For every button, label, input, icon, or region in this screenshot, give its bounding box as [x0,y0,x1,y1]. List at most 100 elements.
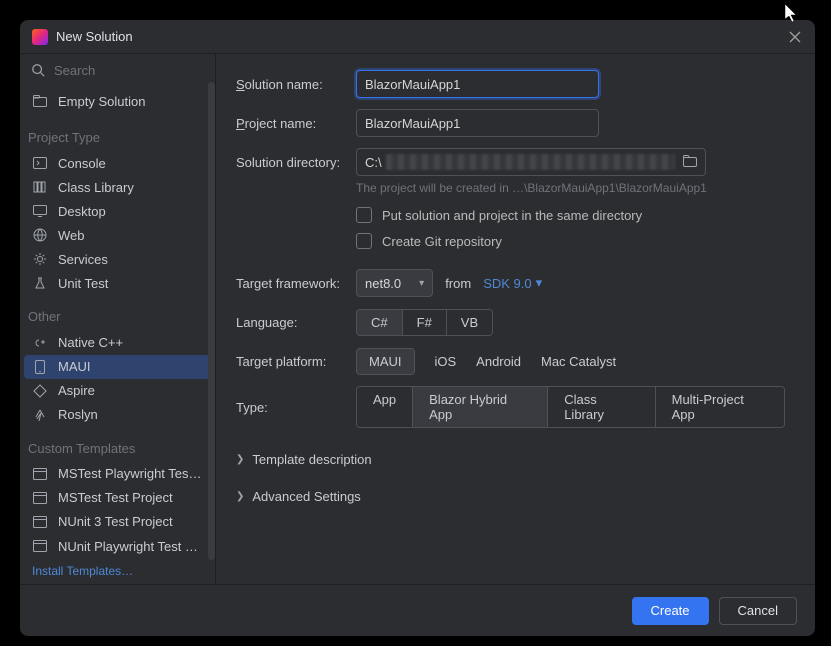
from-label: from [445,276,471,291]
device-icon [32,359,48,375]
test-icon [32,275,48,291]
sidebar-item-console[interactable]: Console [20,151,215,175]
gear-icon [32,251,48,267]
sidebar-item-label: Empty Solution [58,94,145,109]
solution-directory-input[interactable]: C:\ [356,148,706,176]
lang-vb[interactable]: VB [447,310,492,335]
section-label-other: Other [20,295,215,330]
sdk-link[interactable]: SDK 9.0 ▾ [483,275,542,291]
checkbox-box [356,233,372,249]
sidebar-item-label: MSTest Test Project [58,490,173,505]
sidebar-item-unit-test[interactable]: Unit Test [20,271,215,295]
create-git-checkbox[interactable]: Create Git repository [356,233,785,249]
sidebar-item-label: Class Library [58,180,134,195]
roslyn-icon [32,407,48,423]
sidebar-item-label: Unit Test [58,276,108,291]
type-blazor-hybrid[interactable]: Blazor Hybrid App [413,387,548,427]
sidebar-item-label: Web [58,228,85,243]
sidebar-item-desktop[interactable]: Desktop [20,199,215,223]
sidebar-item-roslyn[interactable]: Roslyn [20,403,215,427]
sidebar-item-mstest-playwright[interactable]: MSTest Playwright Tes… [20,462,215,486]
sidebar-item-label: Services [58,252,108,267]
aspire-icon [32,383,48,399]
console-icon [32,155,48,171]
sidebar-item-native-cpp[interactable]: Native C++ [20,330,215,354]
sidebar-item-services[interactable]: Services [20,247,215,271]
section-label-project-type: Project Type [20,116,215,151]
expander-label: Template description [252,452,371,467]
expander-label: Advanced Settings [252,489,360,504]
sidebar-item-web[interactable]: Web [20,223,215,247]
template-icon [32,514,48,530]
checkbox-box [356,207,372,223]
sidebar-item-label: MSTest Playwright Tes… [58,466,202,481]
solution-name-label: Solution name: [236,77,356,92]
solution-name-input[interactable] [356,70,599,98]
target-platform-label: Target platform: [236,354,356,369]
platform-mac-catalyst[interactable]: Mac Catalyst [541,354,616,369]
chevron-down-icon: ▾ [419,278,424,289]
checkbox-label: Put solution and project in the same dir… [382,208,642,223]
sidebar-item-maui[interactable]: MAUI [24,355,211,379]
sidebar-item-label: MAUI [58,359,91,374]
sidebar-item-class-library[interactable]: Class Library [20,175,215,199]
type-class-library[interactable]: Class Library [548,387,655,427]
target-framework-label: Target framework: [236,276,356,291]
app-icon [32,29,48,45]
template-icon [32,538,48,554]
chevron-right-icon: ❯ [236,454,244,465]
cancel-button[interactable]: Cancel [719,597,797,625]
same-directory-checkbox[interactable]: Put solution and project in the same dir… [356,207,785,223]
library-icon [32,179,48,195]
sidebar-item-label: NUnit Playwright Test … [58,539,198,554]
install-templates-link[interactable]: Install Templates… [20,558,215,584]
path-hint: The project will be created in …\BlazorM… [356,181,785,195]
type-label: Type: [236,400,356,415]
platform-maui[interactable]: MAUI [356,348,415,375]
cpp-icon [32,335,48,351]
sidebar-item-label: Aspire [58,383,95,398]
sidebar-item-label: Native C++ [58,335,123,350]
sidebar-scrollbar[interactable] [208,82,215,560]
section-label-custom: Custom Templates [20,427,215,462]
advanced-settings-expander[interactable]: ❯ Advanced Settings [236,489,785,504]
sidebar-item-empty-solution[interactable]: Empty Solution [20,86,215,116]
sidebar-item-label: Desktop [58,204,106,219]
lang-csharp[interactable]: C# [357,310,403,335]
folder-icon[interactable] [683,155,697,170]
lang-fsharp[interactable]: F# [403,310,447,335]
select-value: net8.0 [365,276,401,291]
chevron-down-icon: ▾ [536,275,543,291]
template-icon [32,490,48,506]
language-segmented: C# F# VB [356,309,493,336]
dialog-title: New Solution [56,29,779,44]
type-segmented: App Blazor Hybrid App Class Library Mult… [356,386,785,428]
chevron-right-icon: ❯ [236,491,244,502]
solution-directory-label: Solution directory: [236,155,356,170]
sidebar-item-label: Console [58,156,106,171]
checkbox-label: Create Git repository [382,234,502,249]
search-icon [30,62,46,78]
type-multi-project[interactable]: Multi-Project App [656,387,784,427]
platform-android[interactable]: Android [476,354,521,369]
search-input[interactable] [54,63,216,78]
project-name-input[interactable] [356,109,599,137]
web-icon [32,227,48,243]
sidebar-item-nunit3[interactable]: NUnit 3 Test Project [20,510,215,534]
solution-directory-value: C:\ [365,155,382,170]
sidebar-item-label: Roslyn [58,407,98,422]
template-icon [32,466,48,482]
type-app[interactable]: App [357,387,413,427]
close-icon[interactable] [787,29,803,45]
create-button[interactable]: Create [632,597,709,625]
sidebar-item-label: NUnit 3 Test Project [58,514,173,529]
sidebar-item-aspire[interactable]: Aspire [20,379,215,403]
language-label: Language: [236,315,356,330]
platform-ios[interactable]: iOS [435,354,457,369]
sidebar-item-mstest[interactable]: MSTest Test Project [20,486,215,510]
sidebar-item-nunit-playwright[interactable]: NUnit Playwright Test … [20,534,215,558]
template-description-expander[interactable]: ❯ Template description [236,452,785,467]
solution-icon [32,93,48,109]
project-name-label: Project name: [236,116,356,131]
target-framework-select[interactable]: net8.0 ▾ [356,269,433,297]
